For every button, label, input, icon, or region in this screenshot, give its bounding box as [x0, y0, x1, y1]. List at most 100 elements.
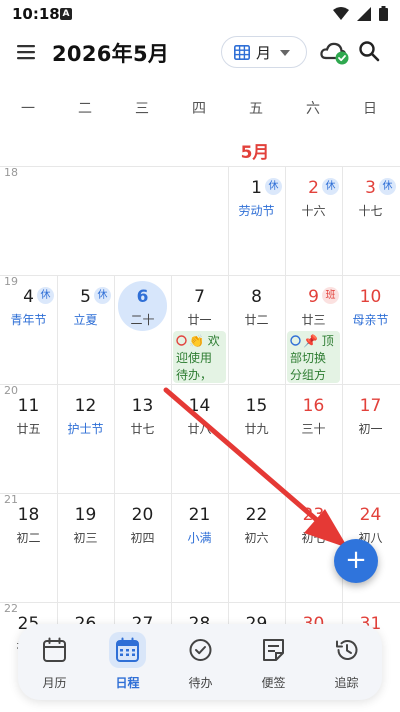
day-number: 14	[188, 396, 211, 416]
lunar-date: 初六	[244, 531, 269, 545]
nav-icon-container	[255, 632, 292, 668]
nav-icon-container	[109, 632, 146, 668]
lunar-date: 廿八	[187, 422, 212, 436]
status-time: 10:18	[12, 5, 60, 23]
nav-item-schedule[interactable]: 日程	[91, 624, 164, 700]
day-number: 21	[188, 505, 211, 525]
day-number: 6	[136, 287, 149, 307]
nav-label: 追踪	[334, 676, 359, 690]
nav-label: 月历	[42, 676, 67, 690]
day-number: 10	[359, 287, 382, 307]
lunar-date: 初二	[16, 531, 41, 545]
nav-item-notes[interactable]: 便签	[237, 624, 310, 700]
day-number: 18	[17, 505, 40, 525]
day-cell[interactable]: 1 劳动节休	[228, 172, 285, 280]
view-mode-select[interactable]: 月	[221, 36, 307, 68]
day-cell[interactable]: 21 小满	[171, 499, 228, 607]
weekday-label: 一	[21, 101, 35, 117]
lunar-date: 廿三	[301, 313, 326, 327]
day-number: 16	[302, 396, 325, 416]
todo-circle-icon[interactable]	[290, 335, 301, 346]
holiday-badge: 休	[265, 178, 282, 195]
day-cell[interactable]: 22 初六	[228, 499, 285, 607]
battery-icon	[379, 6, 388, 21]
day-cell[interactable]: 20 初四	[114, 499, 171, 607]
weekday-label: 三	[135, 101, 149, 117]
add-event-button[interactable]: +	[334, 539, 378, 583]
lunar-date: 初三	[73, 531, 98, 545]
page-title[interactable]: 2026年5月	[52, 38, 169, 68]
nav-icon-container	[36, 632, 73, 668]
day-cell[interactable]: 12 护士节	[57, 390, 114, 498]
day-number: 22	[245, 505, 268, 525]
day-cell[interactable]: 8 廿二	[228, 281, 285, 389]
todo-circle-icon[interactable]	[176, 335, 187, 346]
nav-icon-container	[328, 632, 365, 668]
cloud-sync-button[interactable]	[320, 40, 350, 66]
note-icon	[263, 639, 284, 661]
day-cell[interactable]: 15 廿九	[228, 390, 285, 498]
weekday-header: 一 二 三 四 五 六 日	[0, 98, 400, 118]
holiday-badge: 休	[322, 178, 339, 195]
nav-item-month[interactable]: 月历	[18, 624, 91, 700]
day-cell[interactable]: 2 十六休	[285, 172, 342, 280]
day-cell[interactable]: 14 廿八	[171, 390, 228, 498]
notification-a-icon: A	[60, 8, 72, 20]
nav-icon-container	[182, 632, 219, 668]
day-cell[interactable]: 18 初二	[0, 499, 57, 607]
plus-icon: +	[345, 545, 367, 575]
day-cell[interactable]: 16 三十	[285, 390, 342, 498]
lunar-date: 二十	[130, 313, 155, 327]
bottom-navigation: 月历 日程 待办 便签 追踪	[18, 624, 382, 700]
day-number: 23	[302, 505, 325, 525]
weekday-label: 六	[306, 101, 320, 117]
lunar-date: 十七	[358, 204, 383, 218]
day-number: 13	[131, 396, 154, 416]
day-cell[interactable]: 9 廿三班 📌 顶部切换分组方	[285, 281, 342, 389]
day-cell[interactable]: 6 二十	[114, 281, 171, 389]
calendar-month-icon	[43, 637, 66, 662]
nav-item-track[interactable]: 追踪	[310, 624, 383, 700]
check-circle-icon	[189, 639, 212, 661]
lunar-date: 廿九	[244, 422, 269, 436]
day-cell[interactable]: 13 廿七	[114, 390, 171, 498]
lunar-date: 母亲节	[352, 313, 389, 327]
day-cell[interactable]: 19 初三	[57, 499, 114, 607]
day-cell[interactable]: 11 廿五	[0, 390, 57, 498]
search-button[interactable]	[357, 39, 381, 63]
weekday-label: 五	[249, 101, 263, 117]
lunar-date: 初七	[301, 531, 326, 545]
weekday-label: 二	[78, 101, 92, 117]
holiday-badge: 休	[379, 178, 396, 195]
event-chip[interactable]: 📌 顶部切换分组方	[287, 331, 340, 383]
day-cell[interactable]: 4 青年节休	[0, 281, 57, 389]
nav-label: 待办	[188, 676, 213, 690]
day-number: 15	[245, 396, 268, 416]
lunar-date: 三十	[301, 422, 326, 436]
status-bar: 10:18 A	[0, 0, 400, 28]
week-number: 18	[4, 166, 18, 179]
lunar-date: 小满	[187, 531, 212, 545]
lunar-date: 廿二	[244, 313, 269, 327]
day-cell[interactable]: 10 母亲节	[342, 281, 399, 389]
day-cell[interactable]: 5 立夏休	[57, 281, 114, 389]
day-cell[interactable]: 3 十七休	[342, 172, 399, 280]
nav-item-todo[interactable]: 待办	[164, 624, 237, 700]
weekday-label: 四	[192, 101, 206, 117]
day-cell[interactable]: 17 初一	[342, 390, 399, 498]
day-cell[interactable]: 7 廿一 👏 欢迎使用待办，	[171, 281, 228, 389]
menu-button[interactable]	[14, 40, 38, 64]
event-chip[interactable]: 👏 欢迎使用待办，	[173, 331, 226, 383]
grid-view-icon	[234, 45, 250, 60]
calendar-grid-icon	[116, 637, 139, 662]
cloud-sync-icon	[320, 42, 349, 65]
chevron-down-icon	[280, 50, 290, 56]
month-label: 5月	[240, 143, 270, 163]
signal-icon	[357, 6, 371, 21]
day-number: 12	[74, 396, 97, 416]
search-icon	[359, 41, 380, 62]
lunar-date: 青年节	[10, 313, 47, 327]
day-number: 8	[251, 287, 262, 307]
lunar-date: 初一	[358, 422, 383, 436]
day-number: 7	[194, 287, 205, 307]
